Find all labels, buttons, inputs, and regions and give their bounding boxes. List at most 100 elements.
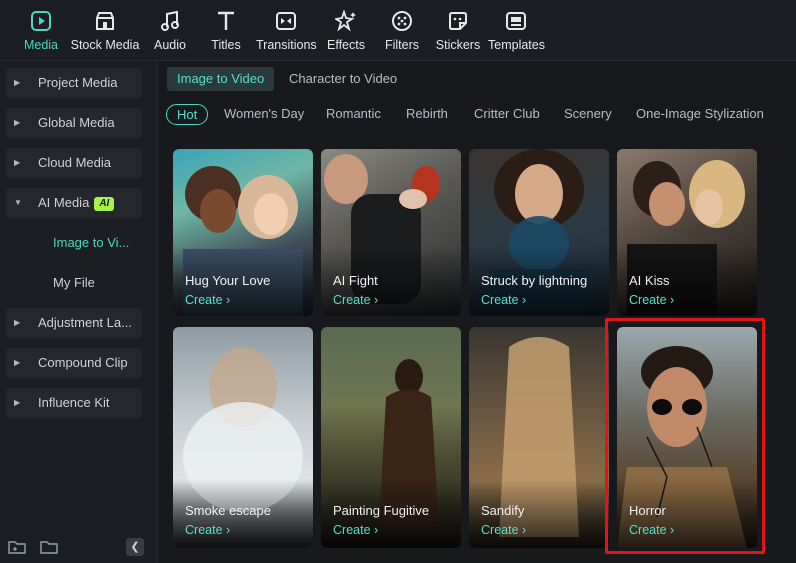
create-label: Create bbox=[481, 293, 519, 307]
chevron-right-icon: › bbox=[226, 523, 231, 537]
caret-right-icon: ▶ bbox=[14, 398, 21, 407]
template-card-hug-your-love[interactable]: Hug Your Love Create › bbox=[173, 149, 313, 316]
template-card-ai-kiss[interactable]: AI Kiss Create › bbox=[617, 149, 757, 316]
text-t-icon bbox=[218, 11, 234, 30]
sidebar-item-label: AI Media bbox=[38, 195, 90, 210]
effects-star-icon bbox=[335, 10, 356, 32]
create-label: Create bbox=[629, 293, 667, 307]
stock-media-icon bbox=[96, 12, 114, 30]
chevron-right-icon: › bbox=[226, 293, 231, 307]
collapse-sidebar-button[interactable]: ❮ bbox=[126, 538, 144, 556]
sidebar-item-compound-clip[interactable]: ▶ Compound Clip bbox=[6, 348, 142, 378]
sidebar-item-label: Compound Clip bbox=[38, 355, 128, 370]
sidebar-item-label-wrap: AI Media AI bbox=[38, 188, 115, 218]
card-create-link[interactable]: Create › bbox=[185, 523, 230, 537]
chevron-left-icon: ❮ bbox=[130, 541, 140, 553]
sidebar-item-label: Global Media bbox=[38, 115, 115, 130]
card-create-link[interactable]: Create › bbox=[333, 293, 378, 307]
music-note-icon bbox=[161, 10, 179, 31]
filters-icon bbox=[392, 11, 412, 31]
toolbar-audio[interactable]: Audio bbox=[150, 10, 190, 56]
toolbar-stickers[interactable]: Stickers bbox=[435, 10, 481, 56]
card-create-link[interactable]: Create › bbox=[629, 293, 674, 307]
chevron-right-icon: › bbox=[374, 293, 379, 307]
sidebar-item-adjustment-layer[interactable]: ▶ Adjustment La... bbox=[6, 308, 142, 338]
card-create-link[interactable]: Create › bbox=[185, 293, 230, 307]
toolbar-templates[interactable]: Templates bbox=[488, 10, 545, 56]
caret-right-icon: ▶ bbox=[14, 318, 21, 327]
create-label: Create bbox=[333, 523, 371, 537]
sidebar-item-influence-kit[interactable]: ▶ Influence Kit bbox=[6, 388, 142, 418]
toolbar-stock-media[interactable]: Stock Media bbox=[70, 10, 140, 56]
sidebar-item-project-media[interactable]: ▶ Project Media bbox=[6, 68, 142, 98]
template-card-horror[interactable]: Horror Create › bbox=[617, 327, 757, 548]
card-create-link[interactable]: Create › bbox=[333, 523, 378, 537]
template-card-struck-by-lightning[interactable]: Struck by lightning Create › bbox=[469, 149, 609, 316]
template-card-sandify[interactable]: Sandify Create › bbox=[469, 327, 609, 548]
chevron-right-icon: › bbox=[374, 523, 379, 537]
sidebar-item-global-media[interactable]: ▶ Global Media bbox=[6, 108, 142, 138]
new-folder-icon[interactable] bbox=[8, 540, 26, 554]
card-title: Sandify bbox=[481, 503, 525, 518]
category-one-image-stylization[interactable]: One-Image Stylization bbox=[636, 104, 764, 126]
create-label: Create bbox=[481, 523, 519, 537]
templates-icon bbox=[506, 12, 526, 30]
toolbar-label: Audio bbox=[154, 38, 186, 52]
card-title: Horror bbox=[629, 503, 666, 518]
stickers-icon bbox=[449, 12, 467, 30]
media-icon bbox=[31, 11, 51, 31]
toolbar-label: Stickers bbox=[435, 38, 481, 52]
chevron-right-icon: › bbox=[670, 523, 675, 537]
tab-character-to-video[interactable]: Character to Video bbox=[279, 67, 407, 91]
category-critter-club[interactable]: Critter Club bbox=[474, 104, 540, 126]
template-card-smoke-escape[interactable]: Smoke escape Create › bbox=[173, 327, 313, 548]
sidebar-item-cloud-media[interactable]: ▶ Cloud Media bbox=[6, 148, 142, 178]
create-label: Create bbox=[629, 523, 667, 537]
chevron-right-icon: › bbox=[522, 523, 527, 537]
import-folder-icon[interactable] bbox=[40, 540, 58, 554]
sidebar-item-label: Project Media bbox=[38, 75, 118, 90]
create-label: Create bbox=[185, 523, 223, 537]
card-create-link[interactable]: Create › bbox=[481, 523, 526, 537]
card-create-link[interactable]: Create › bbox=[481, 293, 526, 307]
toolbar-label: Media bbox=[23, 38, 59, 52]
sidebar-item-ai-media[interactable]: ▼ AI Media AI bbox=[6, 188, 142, 218]
chevron-right-icon: › bbox=[670, 293, 675, 307]
toolbar-filters[interactable]: Filters bbox=[382, 10, 422, 56]
category-scenery[interactable]: Scenery bbox=[564, 104, 612, 126]
create-label: Create bbox=[185, 293, 223, 307]
template-card-painting-fugitive[interactable]: Painting Fugitive Create › bbox=[321, 327, 461, 548]
toolbar-media[interactable]: Media bbox=[22, 10, 60, 56]
card-title: Smoke escape bbox=[185, 503, 271, 518]
category-rebirth[interactable]: Rebirth bbox=[406, 104, 448, 126]
tab-image-to-video[interactable]: Image to Video bbox=[167, 67, 275, 91]
toolbar-label: Titles bbox=[211, 38, 241, 52]
category-romantic[interactable]: Romantic bbox=[326, 104, 381, 126]
top-toolbar: Media Stock Media Audio Titles Transitio… bbox=[0, 0, 796, 61]
caret-right-icon: ▶ bbox=[14, 358, 21, 367]
template-card-ai-fight[interactable]: AI Fight Create › bbox=[321, 149, 461, 316]
sidebar-subitem-my-file[interactable]: My File bbox=[53, 273, 153, 293]
create-label: Create bbox=[333, 293, 371, 307]
sidebar-subitem-image-to-video[interactable]: Image to Vi... bbox=[53, 233, 153, 253]
toolbar-label: Effects bbox=[327, 38, 365, 52]
card-title: AI Fight bbox=[333, 273, 378, 288]
card-title: AI Kiss bbox=[629, 273, 670, 288]
caret-right-icon: ▶ bbox=[14, 118, 21, 127]
toolbar-label: Transitions bbox=[256, 38, 317, 52]
toolbar-transitions[interactable]: Transitions bbox=[256, 10, 317, 56]
chevron-right-icon: › bbox=[522, 293, 527, 307]
category-hot[interactable]: Hot bbox=[166, 104, 209, 125]
transitions-icon bbox=[276, 12, 296, 30]
category-womens-day[interactable]: Women's Day bbox=[224, 104, 304, 126]
caret-down-icon: ▼ bbox=[14, 198, 22, 207]
toolbar-effects[interactable]: Effects bbox=[326, 10, 366, 56]
toolbar-label: Templates bbox=[488, 38, 545, 52]
toolbar-label: Filters bbox=[384, 38, 420, 52]
toolbar-titles[interactable]: Titles bbox=[206, 10, 246, 56]
sidebar-item-label: Influence Kit bbox=[38, 395, 110, 410]
sidebar-item-label: Cloud Media bbox=[38, 155, 111, 170]
card-title: Painting Fugitive bbox=[333, 503, 430, 518]
ai-badge: AI bbox=[94, 197, 115, 211]
card-create-link[interactable]: Create › bbox=[629, 523, 674, 537]
